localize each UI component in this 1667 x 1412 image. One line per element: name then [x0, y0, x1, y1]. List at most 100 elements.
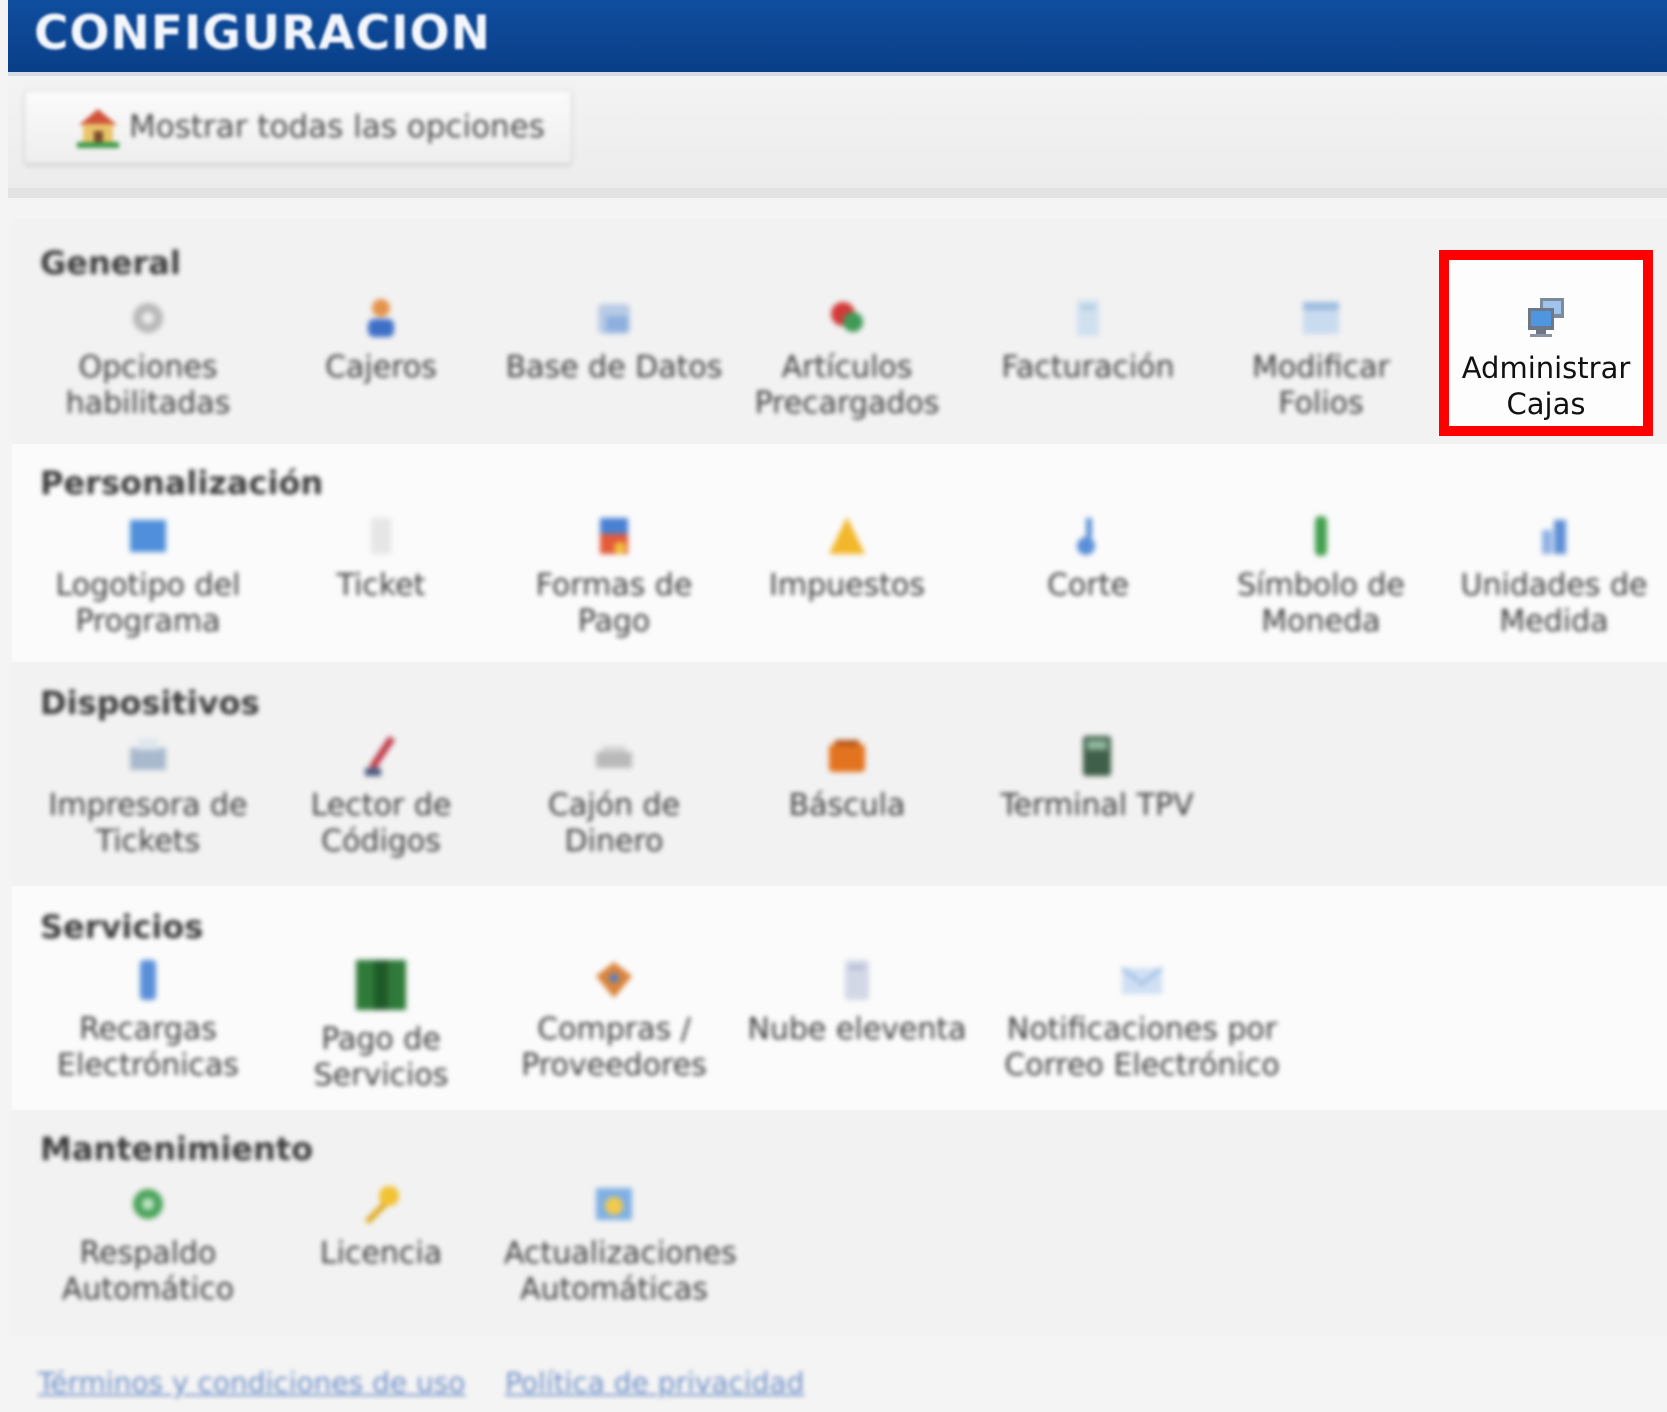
item-articulos-precargados[interactable]: Artículos Precargados: [737, 296, 957, 422]
terms-link[interactable]: Términos y condiciones de uso: [38, 1366, 465, 1399]
item-label: Nube eleventa: [747, 1012, 967, 1047]
item-label: Compras / Proveedores: [521, 1012, 707, 1083]
item-label: Notificaciones por Correo Electrónico: [1004, 1012, 1280, 1083]
configuration-page: CONFIGURACION Mostrar todas las opciones…: [0, 0, 1667, 1412]
item-label: Modificar Folios: [1252, 350, 1390, 421]
preloaded-items-icon: [825, 296, 869, 340]
computers-icon: [1524, 296, 1568, 340]
email-icon: [1120, 958, 1164, 1002]
section-mantenimiento: Mantenimiento Respaldo Automático Licenc…: [12, 1110, 1667, 1336]
item-formas-de-pago[interactable]: Formas de Pago: [504, 514, 724, 640]
phone-recharge-icon: [126, 958, 170, 1002]
item-ticket[interactable]: Ticket: [271, 514, 491, 604]
item-respaldo-automatico[interactable]: Respaldo Automático: [38, 1182, 258, 1308]
section-title-dispositivos: Dispositivos: [40, 684, 260, 722]
item-simbolo-de-moneda[interactable]: Símbolo de Moneda: [1211, 514, 1431, 640]
show-all-options-button[interactable]: Mostrar todas las opciones: [24, 90, 572, 164]
item-compras-proveedores[interactable]: Compras / Proveedores: [504, 958, 724, 1084]
item-label: Impresora de Tickets: [48, 788, 248, 859]
item-label: Impuestos: [769, 568, 925, 603]
taxes-icon: [825, 514, 869, 558]
logo-icon: [126, 514, 170, 558]
scale-icon: [825, 734, 869, 778]
page-title: CONFIGURACION: [34, 6, 491, 61]
item-facturacion[interactable]: Facturación: [978, 296, 1198, 386]
house-icon: [77, 106, 119, 148]
payment-methods-icon: [592, 514, 636, 558]
item-label: Lector de Códigos: [310, 788, 452, 859]
section-title-personalizacion: Personalización: [40, 464, 324, 502]
item-label: Facturación: [1001, 350, 1175, 385]
item-label: Unidades de Medida: [1460, 568, 1648, 639]
currency-symbol-icon: [1299, 514, 1343, 558]
item-cajeros[interactable]: Cajeros: [271, 296, 491, 386]
database-icon: [592, 296, 636, 340]
cashier-user-icon: [359, 296, 403, 340]
service-payment-icon: [354, 958, 408, 1012]
item-recargas-electronicas[interactable]: Recargas Electrónicas: [38, 958, 258, 1084]
item-modificar-folios[interactable]: Modificar Folios: [1211, 296, 1431, 422]
section-title-general: General: [40, 244, 181, 282]
item-administrar-cajas[interactable]: Administrar Cajas: [1445, 296, 1647, 422]
updates-icon: [592, 1182, 636, 1226]
section-servicios: Servicios Recargas Electrónicas Pago de …: [12, 886, 1667, 1110]
invoice-icon: [1066, 296, 1110, 340]
item-terminal-tpv[interactable]: Terminal TPV: [987, 734, 1207, 824]
section-dispositivos: Dispositivos Impresora de Tickets Lector…: [12, 662, 1667, 886]
item-label: Logotipo del Programa: [55, 568, 241, 639]
item-label: Actualizaciones Automáticas: [504, 1236, 737, 1307]
cloud-icon: [835, 958, 879, 1002]
section-general: General Opciones habilitadas Cajeros Bas…: [12, 218, 1667, 444]
item-base-de-datos[interactable]: Base de Datos: [504, 296, 724, 386]
item-label: Pago de Servicios: [313, 1022, 449, 1093]
item-bascula[interactable]: Báscula: [737, 734, 957, 824]
item-pago-de-servicios[interactable]: Pago de Servicios: [271, 958, 491, 1094]
toolbar: Mostrar todas las opciones: [8, 76, 1667, 194]
item-label: Artículos Precargados: [754, 350, 940, 421]
title-bar: CONFIGURACION: [8, 0, 1667, 76]
item-label: Báscula: [788, 788, 906, 823]
cash-drawer-icon: [592, 734, 636, 778]
purchases-icon: [592, 958, 636, 1002]
pos-terminal-icon: [1075, 734, 1119, 778]
item-impuestos[interactable]: Impuestos: [737, 514, 957, 604]
item-impresora-de-tickets[interactable]: Impresora de Tickets: [38, 734, 258, 860]
item-corte[interactable]: Corte: [978, 514, 1198, 604]
item-lector-de-codigos[interactable]: Lector de Códigos: [271, 734, 491, 860]
barcode-scanner-icon: [359, 734, 403, 778]
item-label: Base de Datos: [505, 350, 723, 385]
backup-icon: [126, 1182, 170, 1226]
item-licencia[interactable]: Licencia: [271, 1182, 491, 1272]
folios-icon: [1299, 296, 1343, 340]
ticket-icon: [359, 514, 403, 558]
item-label: Corte: [1047, 568, 1129, 603]
show-all-options-label: Mostrar todas las opciones: [129, 109, 545, 145]
item-notificaciones-correo[interactable]: Notificaciones por Correo Electrónico: [997, 958, 1287, 1084]
item-opciones-habilitadas[interactable]: Opciones habilitadas: [38, 296, 258, 422]
item-cajon-de-dinero[interactable]: Cajón de Dinero: [504, 734, 724, 860]
units-icon: [1532, 514, 1576, 558]
separator: [8, 188, 1667, 198]
cut-icon: [1066, 514, 1110, 558]
printer-icon: [126, 734, 170, 778]
item-actualizaciones-automaticas[interactable]: Actualizaciones Automáticas: [504, 1182, 737, 1308]
item-label: Licencia: [319, 1236, 443, 1271]
item-label: Respaldo Automático: [61, 1236, 235, 1307]
section-title-servicios: Servicios: [40, 908, 204, 946]
item-label: Terminal TPV: [1000, 788, 1194, 823]
item-label: Cajeros: [325, 350, 437, 385]
item-label: Recargas Electrónicas: [57, 1012, 239, 1083]
key-icon: [359, 1182, 403, 1226]
privacy-link[interactable]: Política de privacidad: [505, 1366, 804, 1399]
item-label: Formas de Pago: [535, 568, 693, 639]
item-label: Ticket: [336, 568, 426, 603]
item-label: Administrar Cajas: [1461, 351, 1631, 421]
item-label: Cajón de Dinero: [547, 788, 681, 859]
item-nube-eleventa[interactable]: Nube eleventa: [747, 958, 967, 1048]
section-personalizacion: Personalización Logotipo del Programa Ti…: [12, 444, 1667, 662]
item-unidades-de-medida[interactable]: Unidades de Medida: [1444, 514, 1664, 640]
gear-icon: [126, 296, 170, 340]
item-label: Opciones habilitadas: [65, 350, 231, 421]
item-label: Símbolo de Moneda: [1237, 568, 1405, 639]
item-logotipo-del-programa[interactable]: Logotipo del Programa: [38, 514, 258, 640]
